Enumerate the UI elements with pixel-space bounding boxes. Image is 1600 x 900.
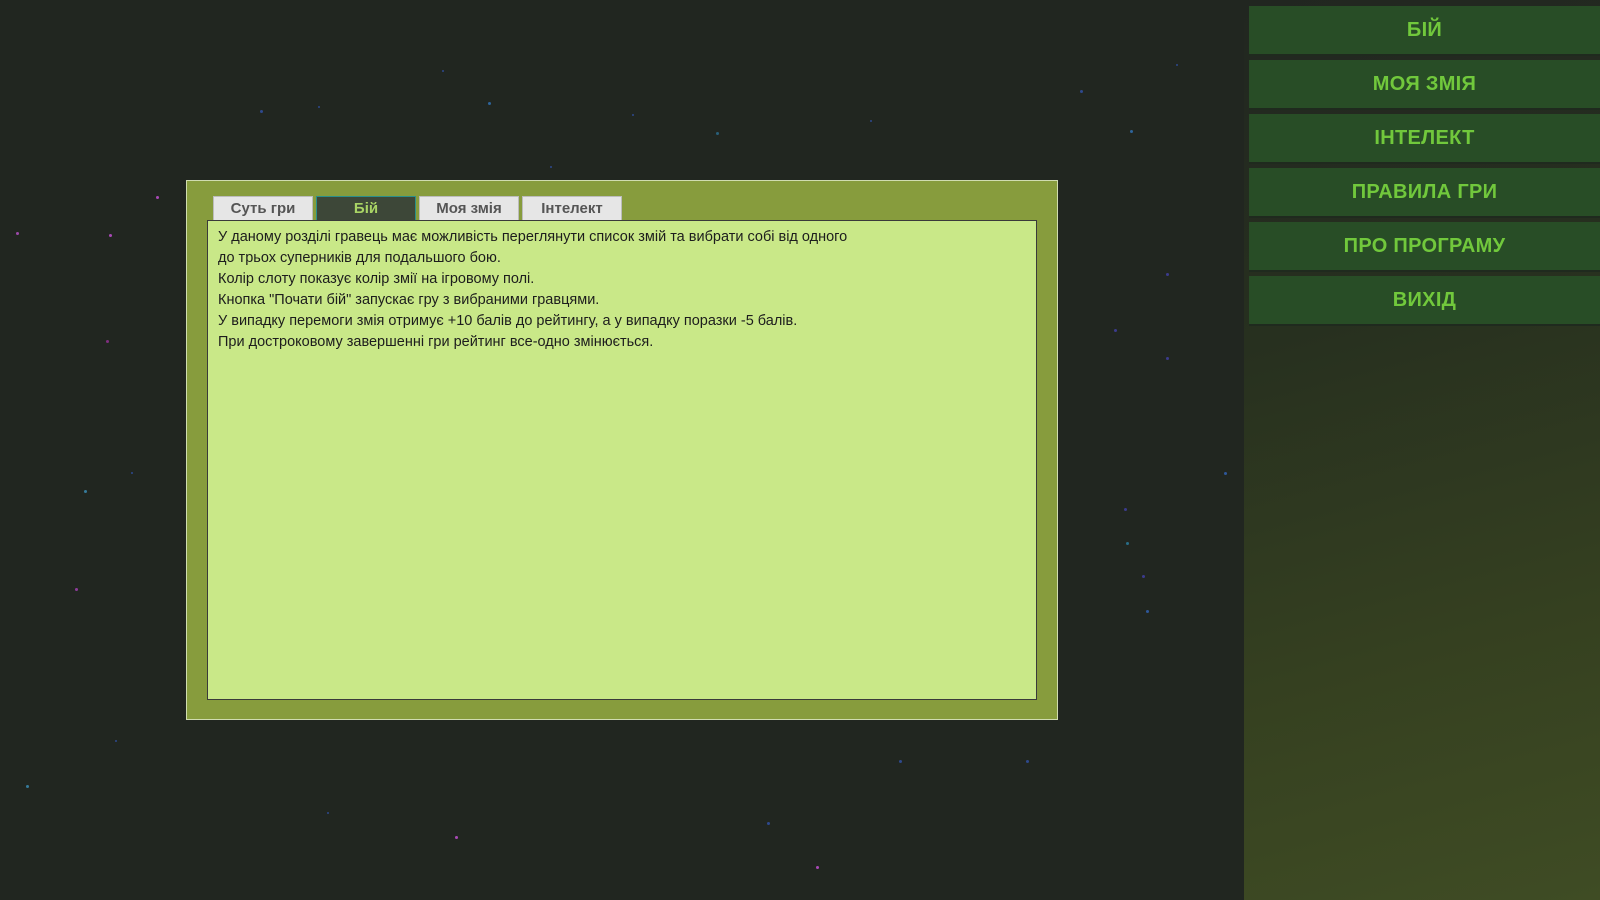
star-dot — [16, 232, 19, 235]
tab-game-essence[interactable]: Суть гри — [213, 196, 313, 220]
tab-battle[interactable]: Бій — [316, 196, 416, 220]
star-dot — [455, 836, 458, 839]
star-dot — [1176, 64, 1178, 66]
star-dot — [84, 490, 87, 493]
star-dot — [488, 102, 491, 105]
star-dot — [1124, 508, 1127, 511]
star-dot — [1126, 542, 1129, 545]
tab-my-snake[interactable]: Моя змія — [419, 196, 519, 220]
star-dot — [899, 760, 902, 763]
rules-text-line: У даному розділі гравець має можливість … — [218, 229, 848, 245]
star-dot — [870, 120, 872, 122]
menu-button-intellect[interactable]: ІНТЕЛЕКТ — [1249, 114, 1600, 162]
star-dot — [1224, 472, 1227, 475]
star-dot — [156, 196, 159, 199]
rules-text-line: до трьох суперників для подальшого бою. — [218, 250, 501, 266]
star-dot — [115, 740, 117, 742]
star-dot — [632, 114, 634, 116]
menu-button-battle[interactable]: БІЙ — [1249, 6, 1600, 54]
star-dot — [767, 822, 770, 825]
star-dot — [1080, 90, 1083, 93]
menu-button-about[interactable]: ПРО ПРОГРАМУ — [1249, 222, 1600, 270]
rules-text-line: Кнопка "Почати бій" запускає гру з вибра… — [218, 292, 600, 308]
star-dot — [318, 106, 320, 108]
star-dot — [1166, 273, 1169, 276]
menu-button-exit[interactable]: ВИХІД — [1249, 276, 1600, 324]
star-dot — [1146, 610, 1149, 613]
star-dot — [327, 812, 329, 814]
rules-content-panel: У даному розділі гравець має можливість … — [207, 220, 1037, 700]
star-dot — [260, 110, 263, 113]
star-dot — [1114, 329, 1117, 332]
tab-intellect[interactable]: Інтелект — [522, 196, 622, 220]
rules-text-line: У випадку перемоги змія отримує +10 балі… — [218, 313, 798, 329]
rules-text-line: Колір слоту показує колір змії на ігрово… — [218, 271, 535, 287]
star-dot — [106, 340, 109, 343]
star-dot — [442, 70, 444, 72]
star-dot — [109, 234, 112, 237]
star-dot — [1166, 357, 1169, 360]
star-dot — [550, 166, 552, 168]
main-menu: БІЙ МОЯ ЗМІЯ ІНТЕЛЕКТ ПРАВИЛА ГРИ ПРО ПР… — [1249, 6, 1600, 330]
menu-button-my-snake[interactable]: МОЯ ЗМІЯ — [1249, 60, 1600, 108]
rules-window: Суть гри Бій Моя змія Інтелект У даному … — [186, 180, 1058, 720]
star-dot — [26, 785, 29, 788]
star-dot — [816, 866, 819, 869]
menu-button-game-rules[interactable]: ПРАВИЛА ГРИ — [1249, 168, 1600, 216]
star-dot — [75, 588, 78, 591]
star-dot — [1026, 760, 1029, 763]
star-dot — [131, 472, 133, 474]
star-dot — [716, 132, 719, 135]
rules-text-line: При достроковому завершенні гри рейтинг … — [218, 334, 654, 350]
star-dot — [1142, 575, 1145, 578]
star-dot — [1130, 130, 1133, 133]
